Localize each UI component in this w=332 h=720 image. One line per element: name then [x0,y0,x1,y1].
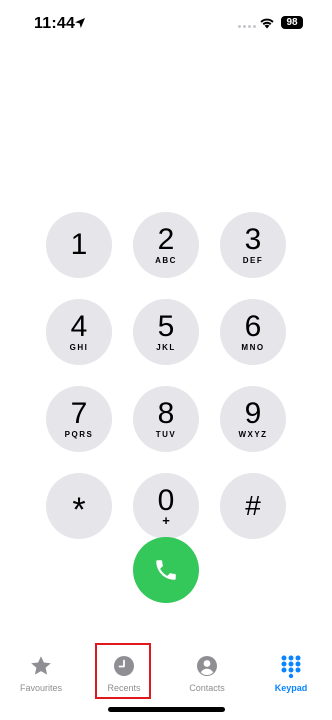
person-icon [197,656,217,676]
keypad-grid-icon [281,655,301,678]
key-7[interactable]: 7 PQRS [46,386,112,452]
key-3[interactable]: 3 DEF [220,212,286,278]
key-digit: 6 [244,310,262,343]
cellular-signal-icon [238,25,256,28]
phone-icon [156,560,176,580]
key-digit: 9 [244,397,262,430]
tab-bar: Favourites Recents Contacts Keypad [0,646,332,696]
star-icon [31,656,51,675]
key-digit: 0 [157,484,175,517]
key-digit: # [245,490,261,521]
key-digit: 4 [70,310,88,343]
key-letters: GHI [69,343,89,352]
key-1[interactable]: 1 [46,212,112,278]
battery-indicator: 98 [281,16,303,29]
location-arrow-icon [75,18,85,28]
home-indicator[interactable] [108,707,225,712]
key-hash[interactable]: # [220,473,286,539]
tab-label: Contacts [189,683,225,693]
key-digit: 2 [157,223,175,256]
tab-favourites[interactable]: Favourites [6,646,76,696]
key-digit: 8 [157,397,175,430]
key-star[interactable]: * [46,473,112,539]
key-letters: + [162,513,170,528]
status-time: 11:44 [34,15,76,32]
key-letters: ABC [155,256,177,265]
key-digit: * [72,491,86,529]
key-digit: 3 [244,223,262,256]
key-letters: MNO [241,343,265,352]
tab-label: Keypad [274,683,308,693]
tab-keypad[interactable]: Keypad [256,646,326,696]
wifi-icon [260,18,274,29]
key-0[interactable]: 0 + [133,473,199,539]
key-9[interactable]: 9 WXYZ [220,386,286,452]
key-2[interactable]: 2 ABC [133,212,199,278]
key-letters: WXYZ [238,430,268,439]
key-letters: TUV [155,430,177,439]
key-6[interactable]: 6 MNO [220,299,286,365]
key-8[interactable]: 8 TUV [133,386,199,452]
status-bar: 11:44 98 [0,0,332,48]
key-4[interactable]: 4 GHI [46,299,112,365]
key-5[interactable]: 5 JKL [133,299,199,365]
key-digit: 7 [70,397,88,430]
key-letters: PQRS [64,430,94,439]
recents-highlight-box [95,643,151,699]
call-button[interactable] [133,537,199,603]
key-letters: DEF [242,256,264,265]
key-letters: JKL [156,343,176,352]
key-digit: 1 [70,228,88,261]
tab-label: Favourites [19,683,63,693]
battery-level: 98 [286,17,298,28]
tab-contacts[interactable]: Contacts [172,646,242,696]
dial-keypad: 1 2 ABC 3 DEF 4 GHI 5 JKL 6 MNO 7 PQRS 8… [46,212,286,539]
key-digit: 5 [157,310,175,343]
